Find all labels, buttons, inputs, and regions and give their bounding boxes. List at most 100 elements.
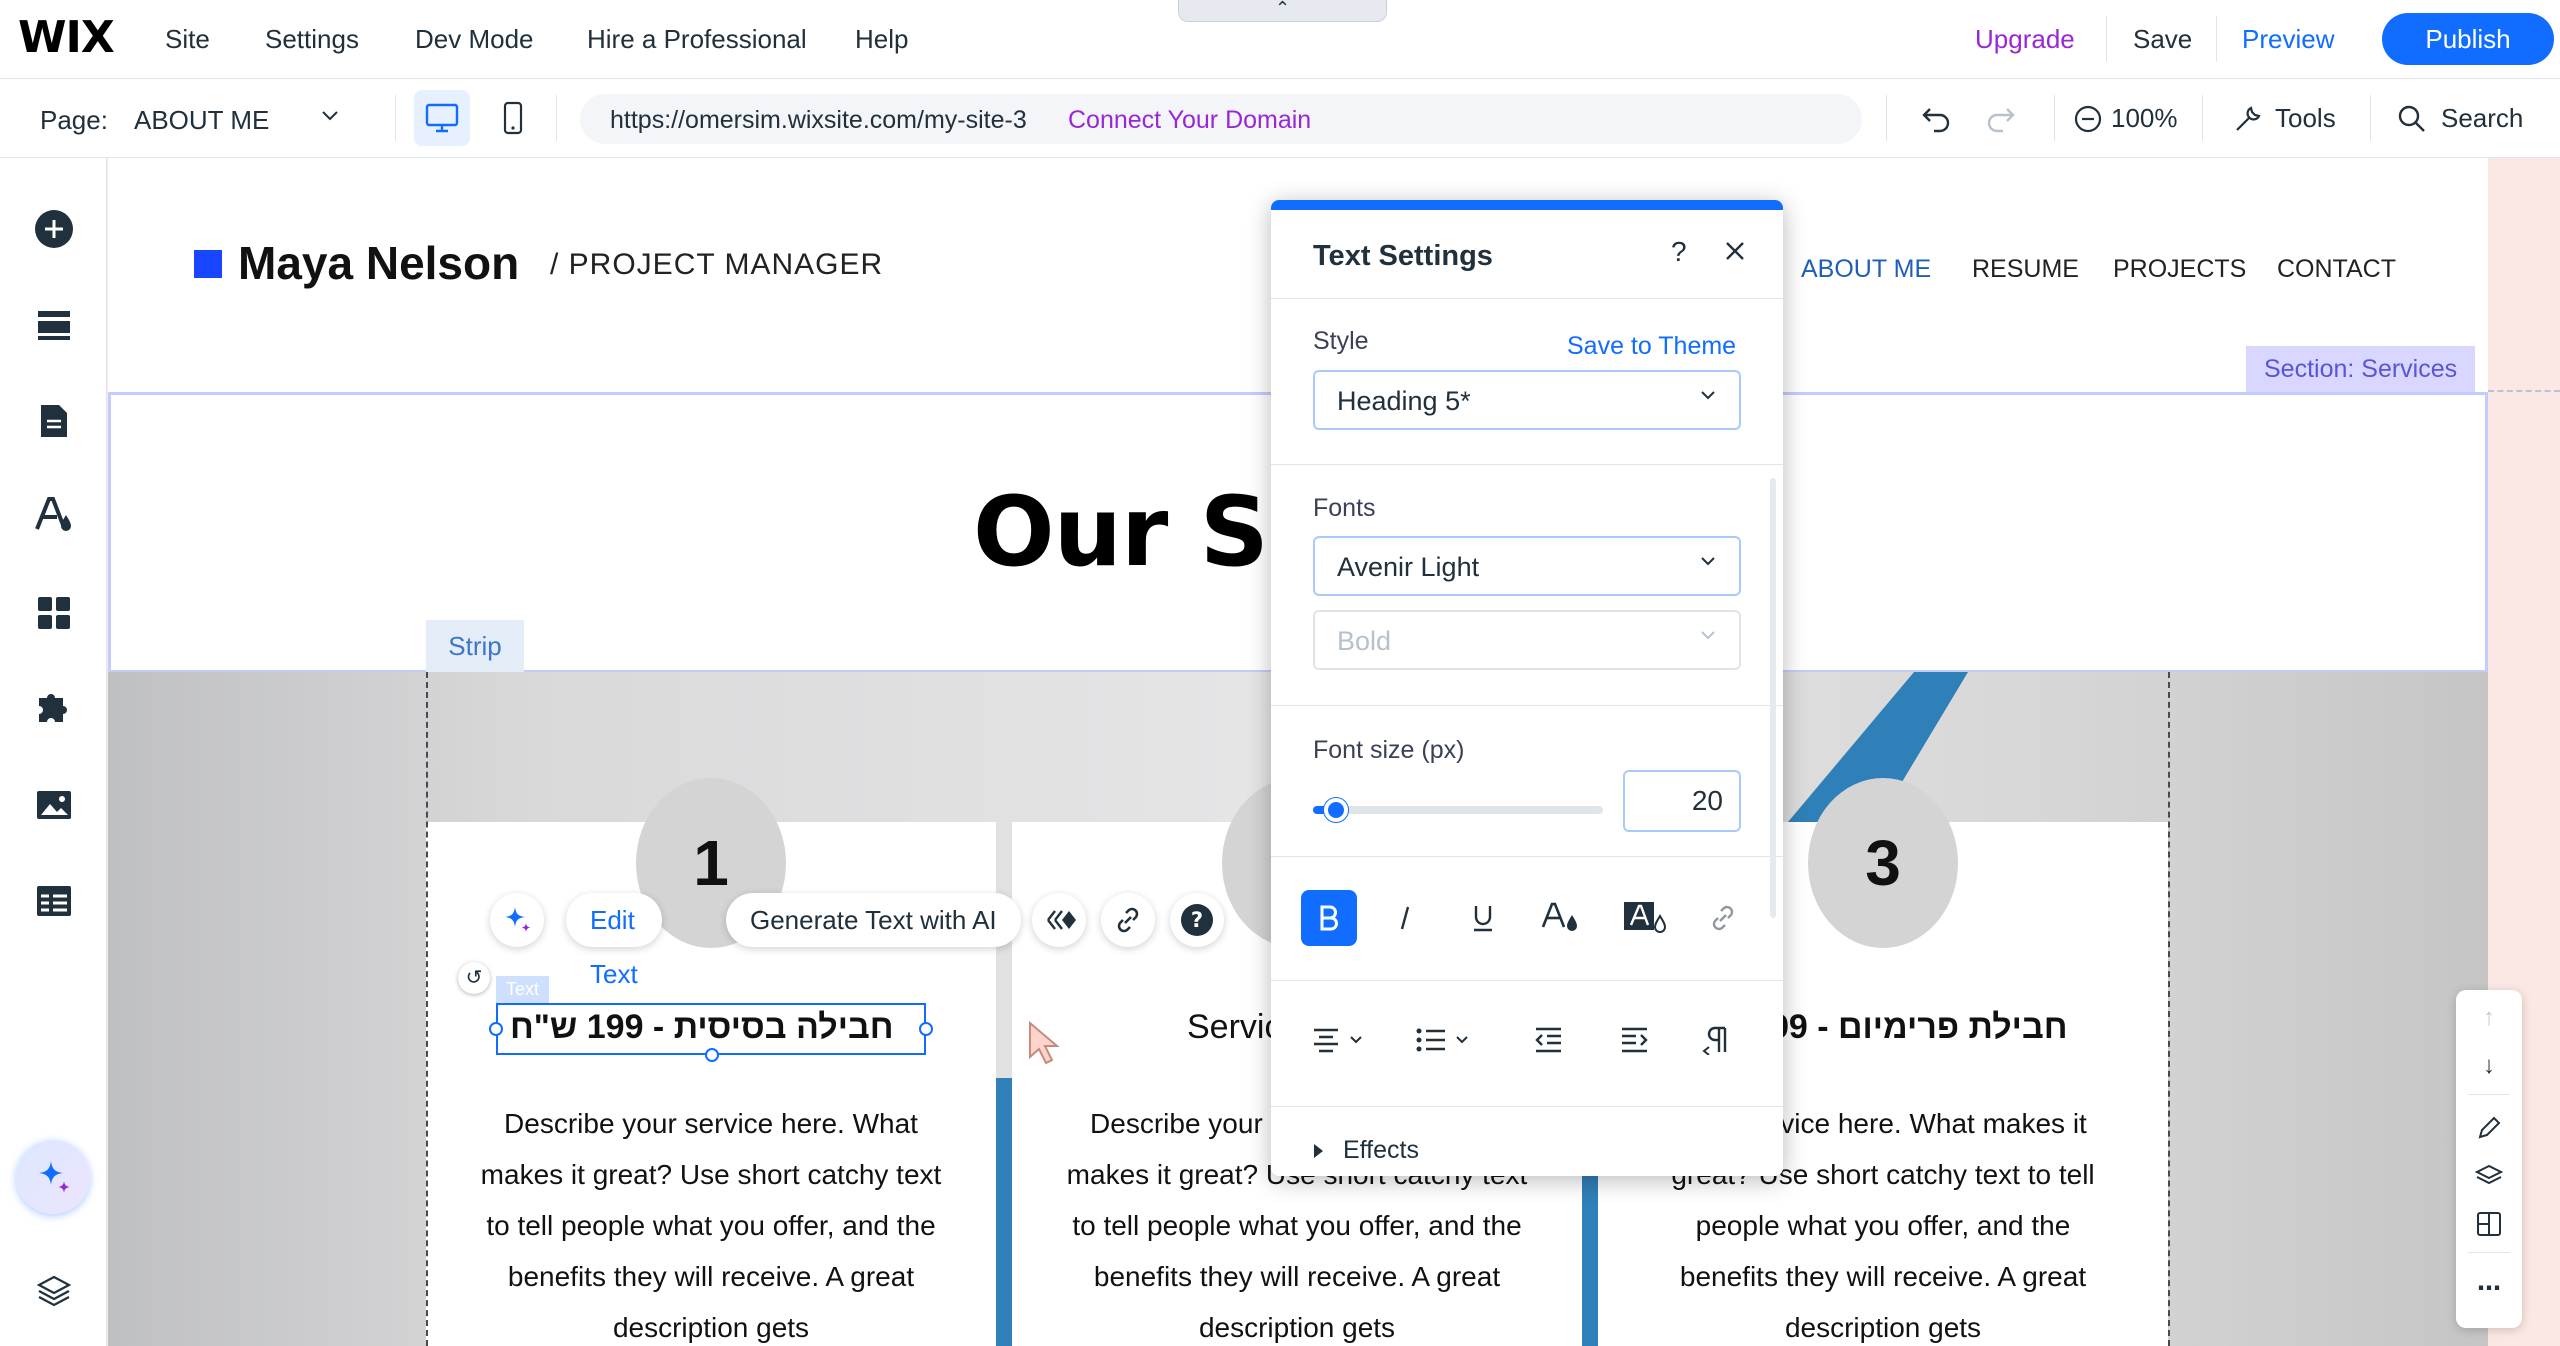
font-family-dropdown[interactable]: Avenir Light bbox=[1313, 536, 1741, 596]
collapse-toolbar-tab[interactable]: ⌃ bbox=[1178, 0, 1387, 22]
site-url-bar[interactable]: https://omersim.wixsite.com/my-site-3 Co… bbox=[580, 94, 1862, 144]
text-settings-panel: Text Settings ? Style Save to Theme Head… bbox=[1271, 200, 1783, 1176]
strip-label[interactable]: Strip bbox=[426, 620, 524, 672]
zoom-button[interactable]: 100% bbox=[2073, 103, 2178, 134]
nav-dev-mode[interactable]: Dev Mode bbox=[415, 24, 534, 55]
resize-handle-bottom[interactable] bbox=[705, 1048, 719, 1062]
nav-help[interactable]: Help bbox=[855, 24, 908, 55]
font-weight-value: Bold bbox=[1337, 626, 1392, 656]
service-number-3[interactable]: 3 bbox=[1808, 778, 1958, 948]
bold-icon bbox=[1320, 905, 1338, 931]
align-center-icon bbox=[1314, 1028, 1338, 1053]
panel-close-button[interactable] bbox=[1723, 234, 1747, 271]
panel-scrollbar[interactable] bbox=[1770, 478, 1776, 918]
animation-button[interactable] bbox=[1032, 893, 1086, 947]
ai-assistant-button[interactable] bbox=[16, 1140, 90, 1214]
edit-text-button[interactable]: Edit Text bbox=[566, 893, 662, 989]
divider bbox=[2216, 16, 2217, 62]
add-section-button[interactable] bbox=[33, 304, 75, 346]
link-icon bbox=[1712, 905, 1734, 931]
bold-button[interactable] bbox=[1301, 890, 1357, 946]
rotate-handle[interactable]: ↺ bbox=[458, 962, 490, 994]
save-to-theme-link[interactable]: Save to Theme bbox=[1567, 332, 1736, 361]
resize-handle-right[interactable] bbox=[919, 1022, 933, 1036]
resize-handle-left[interactable] bbox=[489, 1022, 503, 1036]
nav-hire-professional[interactable]: Hire a Professional bbox=[587, 24, 807, 55]
underline-button[interactable] bbox=[1455, 890, 1511, 946]
font-size-input[interactable]: 20 bbox=[1623, 770, 1741, 832]
panel-help-button[interactable]: ? bbox=[1671, 236, 1687, 268]
layers-quick-button[interactable] bbox=[2473, 1160, 2505, 1192]
text-selection-box[interactable] bbox=[489, 1003, 933, 1062]
site-nav-about-me[interactable]: ABOUT ME bbox=[1801, 255, 1931, 284]
bullet-list-icon bbox=[1416, 1028, 1445, 1052]
site-nav-projects[interactable]: PROJECTS bbox=[2113, 255, 2246, 284]
wix-logo: WIX bbox=[18, 12, 115, 63]
effects-expander[interactable]: Effects bbox=[1311, 1136, 1419, 1165]
mobile-view-button[interactable] bbox=[485, 90, 541, 146]
save-button[interactable]: Save bbox=[2133, 24, 2192, 55]
alignment-dropdown[interactable] bbox=[1311, 1016, 1365, 1064]
undo-button[interactable] bbox=[1920, 101, 1954, 140]
service-desc-1[interactable]: Describe your service here. What makes i… bbox=[476, 1098, 946, 1346]
upgrade-link[interactable]: Upgrade bbox=[1975, 24, 2075, 55]
table-icon bbox=[37, 886, 71, 916]
move-down-button[interactable]: ↓ bbox=[2473, 1050, 2505, 1082]
media-button[interactable] bbox=[33, 784, 75, 826]
site-nav-resume[interactable]: RESUME bbox=[1972, 255, 2079, 284]
text-direction-button[interactable] bbox=[1701, 1016, 1729, 1064]
section-label[interactable]: Section: Services bbox=[2246, 346, 2476, 392]
plus-icon bbox=[35, 210, 73, 248]
text-color-button[interactable] bbox=[1533, 890, 1589, 946]
service-title-2[interactable]: Servic bbox=[1187, 1008, 1281, 1047]
site-name[interactable]: Maya Nelson bbox=[238, 236, 519, 290]
tools-button[interactable]: Tools bbox=[2233, 103, 2336, 134]
font-size-slider-handle[interactable] bbox=[1324, 798, 1349, 822]
cms-button[interactable] bbox=[33, 880, 75, 922]
generate-text-ai-button[interactable]: Generate Text with AI bbox=[726, 893, 1021, 947]
pages-menu-button[interactable] bbox=[33, 400, 75, 442]
link-button[interactable] bbox=[1101, 893, 1155, 947]
text-link-button[interactable] bbox=[1695, 890, 1751, 946]
layout-button[interactable] bbox=[2473, 1208, 2505, 1240]
chevron-up-icon: ⌃ bbox=[1274, 0, 1291, 18]
add-elements-button[interactable] bbox=[33, 208, 75, 250]
site-nav-contact[interactable]: CONTACT bbox=[2277, 255, 2396, 284]
sections-icon bbox=[38, 311, 70, 340]
font-size-slider[interactable] bbox=[1313, 798, 1603, 822]
italic-button[interactable] bbox=[1377, 890, 1433, 946]
ai-text-button[interactable] bbox=[490, 893, 544, 947]
move-up-button[interactable]: ↑ bbox=[2473, 1002, 2505, 1034]
desktop-icon bbox=[425, 103, 459, 133]
business-tools-button[interactable] bbox=[33, 688, 75, 730]
tools-label: Tools bbox=[2275, 103, 2336, 133]
service-title-3[interactable]: חבילת פרימיום - 99 bbox=[1770, 1008, 2068, 1047]
page-selector[interactable]: ABOUT ME bbox=[134, 105, 269, 136]
more-actions-button[interactable]: ⋯ bbox=[2473, 1272, 2505, 1304]
site-logo-square[interactable] bbox=[194, 250, 222, 278]
redo-button[interactable] bbox=[1983, 101, 2017, 140]
site-role[interactable]: / PROJECT MANAGER bbox=[550, 248, 883, 282]
decrease-indent-button[interactable] bbox=[1533, 1016, 1563, 1064]
help-button[interactable]: ? bbox=[1170, 893, 1224, 947]
preview-button[interactable]: Preview bbox=[2242, 24, 2334, 55]
panel-title: Text Settings bbox=[1313, 240, 1493, 272]
add-apps-button[interactable] bbox=[33, 592, 75, 634]
layers-button[interactable] bbox=[33, 1270, 75, 1312]
search-button[interactable]: Search bbox=[2397, 103, 2523, 134]
desktop-view-button[interactable] bbox=[414, 90, 470, 146]
font-weight-dropdown[interactable]: Bold bbox=[1313, 610, 1741, 670]
publish-button[interactable]: Publish bbox=[2382, 13, 2554, 65]
list-dropdown[interactable] bbox=[1415, 1016, 1471, 1064]
panel-drag-bar[interactable] bbox=[1271, 200, 1783, 210]
increase-indent-button[interactable] bbox=[1619, 1016, 1649, 1064]
chevron-down-icon[interactable] bbox=[318, 103, 342, 133]
connect-domain-link[interactable]: Connect Your Domain bbox=[1068, 106, 1311, 135]
highlight-color-button[interactable] bbox=[1617, 890, 1673, 946]
highlight-icon bbox=[1624, 902, 1667, 933]
nav-site[interactable]: Site bbox=[165, 24, 210, 55]
site-design-button[interactable] bbox=[33, 494, 75, 536]
style-dropdown[interactable]: Heading 5* bbox=[1313, 370, 1741, 430]
edit-design-button[interactable] bbox=[2473, 1112, 2505, 1144]
nav-settings[interactable]: Settings bbox=[265, 24, 359, 55]
